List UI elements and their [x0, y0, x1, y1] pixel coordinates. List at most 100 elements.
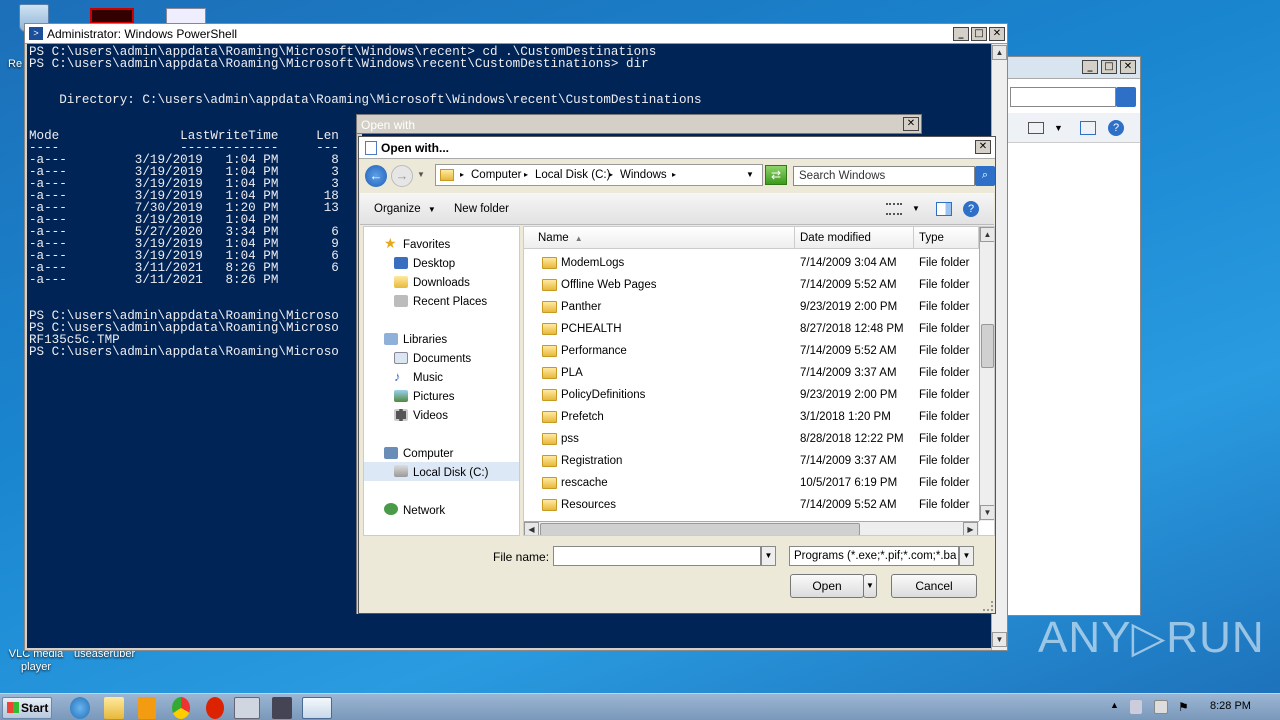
- media-player-icon[interactable]: [138, 697, 156, 719]
- filter-dropdown-icon[interactable]: ▼: [959, 546, 974, 566]
- breadcrumb-item[interactable]: Computer: [471, 169, 522, 181]
- nav-libraries[interactable]: Libraries: [403, 334, 447, 346]
- minimize-button[interactable]: _: [953, 27, 969, 41]
- chevron-down-icon[interactable]: ▼: [912, 204, 920, 213]
- show-hidden-icons-icon[interactable]: ▲: [1110, 700, 1119, 720]
- scroll-thumb[interactable]: [981, 324, 994, 368]
- file-row[interactable]: Offline Web Pages 7/14/2009 5:52 AM File f…: [524, 275, 979, 297]
- preview-pane-icon[interactable]: [936, 202, 952, 216]
- ie-icon[interactable]: [70, 697, 90, 719]
- change-view-icon[interactable]: [886, 203, 902, 215]
- nav-videos[interactable]: Videos: [413, 410, 448, 422]
- file-row[interactable]: Resources 7/14/2009 5:52 AM File folder: [524, 495, 979, 517]
- breadcrumb-item[interactable]: Windows: [620, 169, 667, 181]
- file-row[interactable]: PLA 7/14/2009 3:37 AM File folder: [524, 363, 979, 385]
- maximize-button[interactable]: □: [971, 27, 987, 41]
- desktop-app-icon[interactable]: [90, 8, 134, 24]
- powershell-taskbar-button[interactable]: [302, 697, 332, 719]
- close-button[interactable]: ✕: [975, 140, 991, 154]
- tray-icon[interactable]: [1130, 700, 1142, 714]
- help-icon[interactable]: ?: [1108, 120, 1124, 136]
- network-tool-icon[interactable]: [272, 697, 292, 719]
- search-icon[interactable]: ⌕: [975, 166, 995, 186]
- open-button[interactable]: Open: [790, 574, 864, 598]
- nav-recent-places[interactable]: Recent Places: [413, 296, 487, 308]
- column-header-date[interactable]: Date modified: [795, 227, 914, 249]
- action-center-icon[interactable]: [1154, 700, 1168, 714]
- scroll-down-button[interactable]: ▼: [980, 505, 994, 520]
- close-button[interactable]: ✕: [903, 117, 919, 131]
- organize-button[interactable]: Organize ▼: [374, 203, 436, 215]
- file-row[interactable]: PCHEALTH 8/27/2018 12:48 PM File folder: [524, 319, 979, 341]
- file-list[interactable]: Name ▲ Date modified Type ModemLogs 7/14/2…: [523, 226, 995, 536]
- file-type-filter[interactable]: Programs (*.exe;*.pif;*.com;*.ba: [789, 546, 959, 566]
- breadcrumb[interactable]: ▸ Computer ▸ Local Disk (C:) ▸ Windows ▸…: [435, 164, 763, 186]
- nav-local-disk[interactable]: Local Disk (C:): [413, 467, 488, 479]
- hscroll-thumb[interactable]: [540, 523, 860, 535]
- scroll-up-button[interactable]: ▲: [980, 227, 994, 242]
- scroll-left-button[interactable]: ◀: [524, 522, 539, 535]
- file-row[interactable]: Prefetch 3/1/2018 1:20 PM File folder: [524, 407, 979, 429]
- help-icon[interactable]: ?: [963, 201, 979, 217]
- minimize-button[interactable]: _: [1082, 60, 1098, 74]
- file-row[interactable]: Registration 7/14/2009 3:37 AM File folder: [524, 451, 979, 473]
- breadcrumb-separator[interactable]: ▸: [672, 170, 676, 179]
- search-input[interactable]: Search Windows: [793, 166, 975, 186]
- nav-favorites[interactable]: Favorites: [403, 239, 450, 251]
- open-with-dialog[interactable]: Open with... ✕ ← → ▼ ▸ Computer ▸ Local …: [358, 136, 996, 614]
- open-split-dropdown-icon[interactable]: ▼: [863, 574, 877, 598]
- nav-pictures[interactable]: Pictures: [413, 391, 455, 403]
- nav-network[interactable]: Network: [403, 505, 445, 517]
- file-row[interactable]: PolicyDefinitions 9/23/2019 2:00 PM File f…: [524, 385, 979, 407]
- file-name-dropdown-icon[interactable]: ▼: [761, 546, 776, 566]
- background-search-input[interactable]: [1010, 87, 1116, 107]
- background-explorer-window[interactable]: _ □ ✕ ▼ ?: [1007, 56, 1141, 616]
- desktop-document-icon[interactable]: [166, 8, 206, 24]
- address-dropdown-icon[interactable]: ▼: [746, 170, 754, 179]
- preview-pane-icon[interactable]: [1080, 121, 1096, 135]
- file-row[interactable]: Performance 7/14/2009 5:52 AM File folder: [524, 341, 979, 363]
- file-row[interactable]: rescache 10/5/2017 6:19 PM File folder: [524, 473, 979, 495]
- file-name-input[interactable]: [553, 546, 761, 566]
- chevron-down-icon[interactable]: ▼: [1054, 123, 1063, 133]
- chrome-icon[interactable]: [172, 697, 190, 719]
- scroll-right-button[interactable]: ▶: [963, 522, 978, 535]
- file-row[interactable]: ModemLogs 7/14/2009 3:04 AM File folder: [524, 253, 979, 275]
- explorer-icon[interactable]: [104, 697, 124, 719]
- file-list-hscrollbar[interactable]: ◀ ▶: [524, 521, 979, 535]
- forward-button[interactable]: →: [391, 165, 413, 187]
- file-list-vscrollbar[interactable]: ▲ ▼: [979, 227, 994, 521]
- nav-music[interactable]: Music: [413, 372, 443, 384]
- refresh-icon[interactable]: ⇄: [765, 165, 787, 185]
- column-header-type[interactable]: Type: [914, 227, 979, 249]
- breadcrumb-separator[interactable]: ▸: [460, 170, 464, 179]
- file-row[interactable]: pss 8/28/2018 12:22 PM File folder: [524, 429, 979, 451]
- nav-computer[interactable]: Computer: [403, 448, 454, 460]
- nav-downloads[interactable]: Downloads: [413, 277, 470, 289]
- app-icon[interactable]: [234, 697, 260, 719]
- back-button[interactable]: ←: [365, 165, 387, 187]
- start-button[interactable]: Start: [2, 697, 52, 719]
- new-folder-button[interactable]: New folder: [454, 203, 509, 215]
- nav-desktop[interactable]: Desktop: [413, 258, 455, 270]
- maximize-button[interactable]: □: [1101, 60, 1117, 74]
- nav-documents[interactable]: Documents: [413, 353, 471, 365]
- breadcrumb-separator[interactable]: ▸: [524, 170, 528, 179]
- close-button[interactable]: ✕: [1120, 60, 1136, 74]
- file-row[interactable]: Panther 9/23/2019 2:00 PM File folder: [524, 297, 979, 319]
- search-icon[interactable]: [1116, 87, 1136, 107]
- breadcrumb-separator[interactable]: ▸: [609, 170, 613, 179]
- scroll-up-button[interactable]: ▲: [992, 45, 1007, 60]
- view-options-icon[interactable]: [1028, 122, 1044, 134]
- cancel-button[interactable]: Cancel: [891, 574, 977, 598]
- breadcrumb-item[interactable]: Local Disk (C:): [535, 169, 610, 181]
- close-button[interactable]: ✕: [989, 27, 1005, 41]
- recent-locations-chevron-icon[interactable]: ▼: [417, 170, 425, 179]
- vlc-desktop-label[interactable]: VLC media player: [6, 648, 66, 674]
- scroll-down-button[interactable]: ▼: [992, 632, 1007, 647]
- clock[interactable]: 8:28 PM: [1210, 700, 1251, 720]
- flag-icon[interactable]: ⚑: [1178, 700, 1189, 720]
- resize-grip-icon[interactable]: [983, 601, 993, 611]
- column-header-name[interactable]: Name ▲: [524, 227, 795, 249]
- opera-icon[interactable]: [206, 697, 224, 719]
